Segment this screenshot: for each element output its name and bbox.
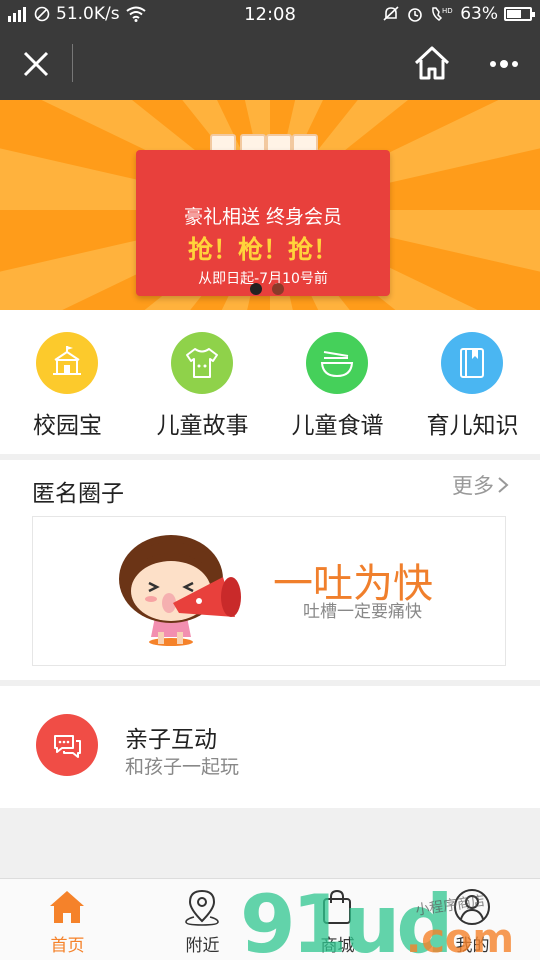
- category-icon-circle: [441, 332, 503, 394]
- tab-label: 商城: [320, 936, 355, 956]
- tab-nearby[interactable]: 附近: [135, 879, 270, 960]
- battery-icon: [504, 7, 535, 21]
- category-icon-circle: [306, 332, 368, 394]
- red-envelope: 豪礼相送 终身会员 抢！枪！抢！ 从即日起-7月10号前: [136, 134, 390, 296]
- tab-label: 首页: [50, 936, 85, 956]
- category-parenting-knowledge[interactable]: 育儿知识: [405, 310, 540, 454]
- chevron-right-icon: [498, 477, 509, 493]
- tab-label: 我的: [455, 936, 490, 956]
- anonymous-circle-card[interactable]: 一吐为快 吐槽一定要痛快: [32, 516, 506, 666]
- slogan-subtext: 吐槽一定要痛快: [303, 602, 422, 622]
- category-label: 育儿知识: [426, 413, 519, 439]
- status-bar: 51.0K/s 12:08 HD 63%: [0, 0, 540, 28]
- category-label: 儿童食谱: [291, 413, 384, 439]
- more-icon: [490, 60, 518, 68]
- tab-mall[interactable]: 商城: [270, 879, 405, 960]
- mute-icon: [383, 6, 399, 21]
- anonymous-circle-section: 匿名圈子 更多 一吐为快 吐槽一定要痛快: [0, 460, 540, 680]
- bowl-icon: [320, 351, 354, 378]
- item-title: 亲子互动: [125, 727, 217, 753]
- category-label: 儿童故事: [156, 413, 249, 439]
- user-icon: [454, 889, 490, 925]
- home-button[interactable]: [410, 42, 454, 86]
- book-icon: [460, 348, 484, 378]
- shopping-bag-icon: [323, 889, 351, 924]
- banner-callout: 抢！枪！抢！: [187, 235, 338, 264]
- chat-icon-circle: [36, 714, 98, 776]
- title-bar: [0, 28, 540, 100]
- close-button[interactable]: [14, 42, 58, 86]
- location-icon: [185, 889, 219, 926]
- promo-banner[interactable]: 豪礼相送 终身会员 抢！枪！抢！ 从即日起-7月10号前: [0, 100, 540, 310]
- alarm-icon: [408, 8, 423, 22]
- hd-call-icon: HD: [432, 7, 453, 21]
- category-icon-circle: [36, 332, 98, 394]
- more-link[interactable]: 更多: [452, 470, 510, 500]
- carousel-dot[interactable]: [250, 283, 262, 295]
- title-divider: [72, 44, 73, 82]
- battery-percent: 63%: [460, 4, 498, 24]
- tab-home[interactable]: 首页: [0, 879, 135, 960]
- baby-clothes-icon: [186, 348, 218, 378]
- category-label: 校园宝: [33, 413, 102, 439]
- parent-child-interaction-item[interactable]: 亲子互动 和孩子一起玩: [0, 686, 540, 808]
- carousel-indicator[interactable]: [250, 283, 284, 295]
- home-icon: [414, 46, 450, 80]
- category-children-stories[interactable]: 儿童故事: [135, 310, 270, 454]
- item-subtitle: 和孩子一起玩: [125, 756, 240, 778]
- category-children-recipes[interactable]: 儿童食谱: [270, 310, 405, 454]
- mini-program-page: 51.0K/s 12:08 HD 63% 豪礼相送 终身会员 抢！枪！抢！ 从即…: [0, 0, 540, 960]
- school-icon: [53, 346, 81, 375]
- close-icon: [23, 51, 49, 77]
- tab-mine[interactable]: 我的: [405, 879, 540, 960]
- section-title: 匿名圈子: [32, 481, 124, 507]
- category-grid: 校园宝 儿童故事 儿童食谱 育儿知识: [0, 310, 540, 454]
- svg-text:HD: HD: [442, 7, 453, 15]
- bottom-tab-bar: 首页 附近 商城 我的: [0, 878, 540, 960]
- chat-icon: [54, 735, 81, 758]
- tab-label: 附近: [185, 936, 220, 956]
- carousel-dot[interactable]: [272, 283, 284, 295]
- more-button[interactable]: [482, 42, 526, 86]
- banner-headline: 豪礼相送 终身会员: [183, 206, 343, 228]
- category-icon-circle: [171, 332, 233, 394]
- more-label: 更多: [452, 474, 494, 498]
- category-school[interactable]: 校园宝: [0, 310, 135, 454]
- home-tab-icon: [50, 891, 84, 923]
